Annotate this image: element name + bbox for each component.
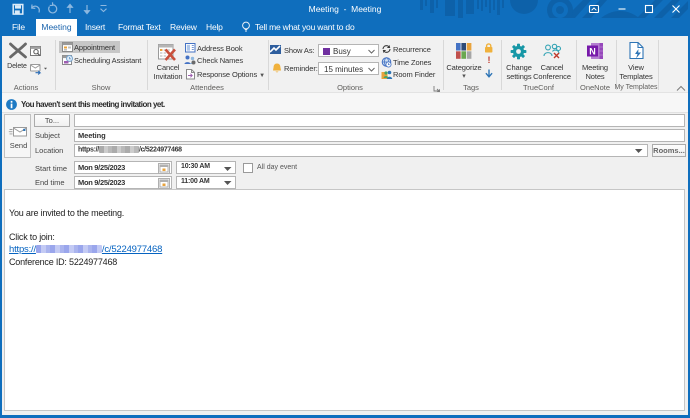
svg-text:N: N (589, 47, 596, 57)
